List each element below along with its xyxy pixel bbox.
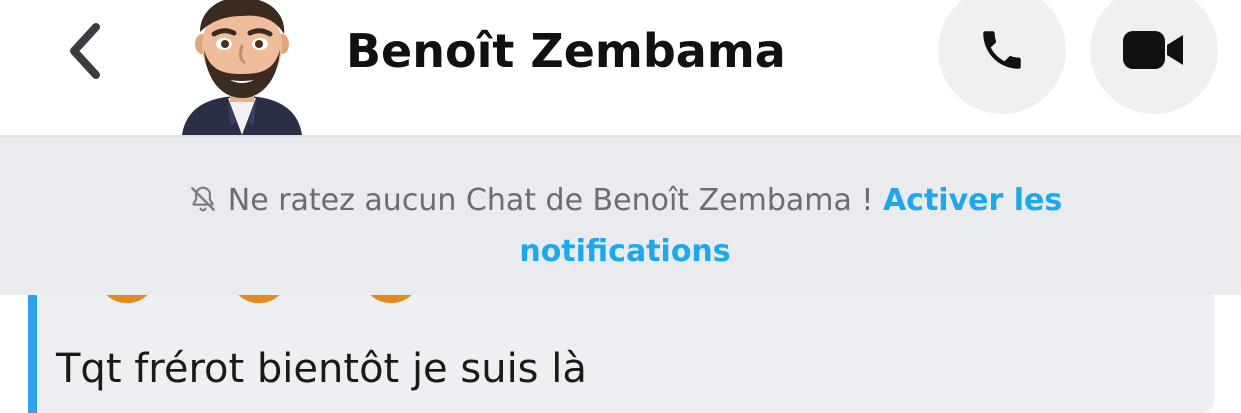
message-sender-bar: [28, 295, 37, 413]
avatar[interactable]: [178, 0, 306, 135]
video-camera-icon: [1123, 31, 1183, 69]
notification-text-block: Ne ratez aucun Chat de Benoît Zembama ! …: [120, 175, 1130, 277]
back-button[interactable]: [52, 16, 116, 86]
chat-header: Benoît Zembama: [0, 0, 1241, 137]
bell-off-icon: [188, 179, 218, 212]
conversation-area: Ne ratez aucun Chat de Benoît Zembama ! …: [0, 137, 1241, 413]
chat-screen: Benoît Zembama Ne ratez aucun Chat de Be…: [0, 0, 1241, 413]
video-call-button[interactable]: [1090, 0, 1218, 114]
phone-icon: [983, 31, 1021, 69]
call-button[interactable]: [938, 0, 1066, 114]
message-text: Tqt frérot bientôt je suis là: [56, 346, 587, 392]
notification-banner: Ne ratez aucun Chat de Benoît Zembama ! …: [0, 137, 1241, 295]
notification-message: Ne ratez aucun Chat de Benoît Zembama !: [227, 183, 883, 218]
message-bubble[interactable]: Tqt frérot bientôt je suis là: [28, 275, 1214, 413]
bitmoji-avatar: [182, 0, 302, 135]
contact-name[interactable]: Benoît Zembama: [346, 16, 786, 86]
chevron-left-icon: [70, 23, 100, 79]
